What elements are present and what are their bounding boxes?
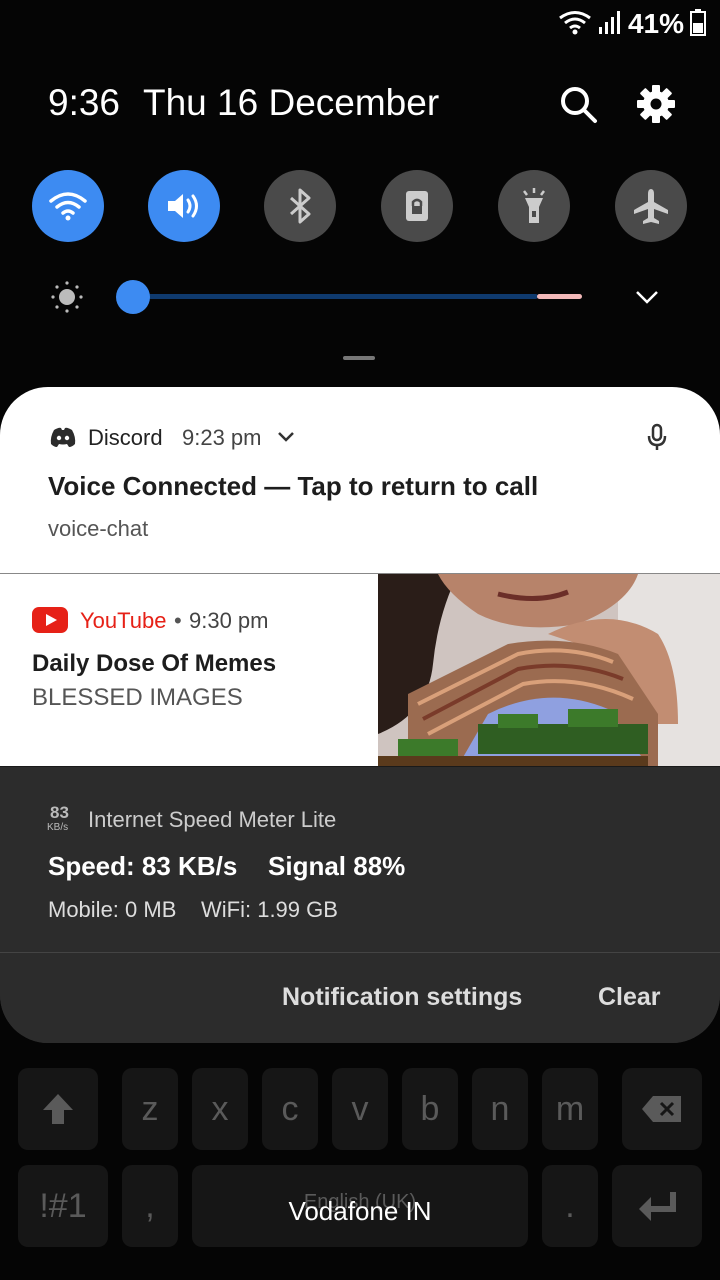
chevron-down-icon (636, 291, 658, 304)
bluetooth-icon (290, 188, 311, 224)
speed-icon-value: 83 (50, 803, 69, 822)
signal-value: Signal 88% (268, 851, 406, 881)
discord-time: 9:23 pm (182, 425, 262, 450)
youtube-text: BLESSED IMAGES (32, 684, 243, 711)
key-z[interactable]: z (122, 1068, 178, 1150)
discord-icon (50, 427, 76, 452)
expand-button[interactable] (632, 282, 662, 312)
notification-footer: Notification settings Clear (0, 953, 720, 1043)
flashlight-icon (523, 188, 545, 223)
discord-app-name: Discord (88, 425, 163, 450)
sound-tile[interactable] (148, 170, 220, 242)
airplane-icon (634, 189, 668, 224)
discord-text: voice-chat (48, 516, 149, 541)
notification-settings-button[interactable]: Notification settings (282, 983, 522, 1012)
wifi-icon (49, 192, 87, 221)
youtube-title: Daily Dose Of Memes (32, 650, 277, 677)
key-v[interactable]: v (332, 1068, 388, 1150)
key-c[interactable]: c (262, 1068, 318, 1150)
speed-value: Speed: 83 KB/s (48, 851, 238, 881)
carrier-label: Vodafone IN (288, 1196, 432, 1226)
youtube-logo-icon (32, 607, 68, 638)
discord-notification[interactable]: Discord 9:23 pm Voice Connected — Tap to… (0, 387, 720, 573)
key-n[interactable]: n (472, 1068, 528, 1150)
wifi-tile[interactable] (32, 170, 104, 242)
brightness-slider-track[interactable] (133, 294, 538, 299)
screen-lock-tile[interactable] (381, 170, 453, 242)
microphone-icon (646, 423, 668, 456)
notification-panel: Discord 9:23 pm Voice Connected — Tap to… (0, 387, 720, 1043)
key-x[interactable]: x (192, 1068, 248, 1150)
wifi-usage: WiFi: 1.99 GB (201, 897, 338, 922)
clock-date: Thu 16 December (143, 82, 440, 123)
lock-icon (406, 191, 428, 221)
mobile-usage: Mobile: 0 MB (48, 897, 177, 922)
youtube-app-name: YouTube (80, 608, 167, 633)
chevron-down-icon[interactable] (276, 430, 296, 449)
drag-handle[interactable] (343, 356, 375, 360)
clock-time: 9:36 (48, 82, 121, 123)
youtube-notification[interactable]: YouTube • 9:30 pm Daily Dose Of Memes BL… (0, 574, 720, 766)
flashlight-tile[interactable] (498, 170, 570, 242)
shift-key[interactable] (18, 1068, 98, 1150)
speed-icon-unit: KB/s (47, 822, 69, 833)
speaker-icon (168, 194, 198, 218)
bullet-separator: • (174, 608, 182, 633)
clear-button[interactable]: Clear (598, 983, 661, 1012)
brightness-slider-thumb[interactable] (116, 280, 150, 314)
battery-icon (690, 8, 706, 41)
brightness-icon (50, 280, 84, 314)
settings-button[interactable] (634, 82, 678, 126)
youtube-thumbnail (378, 574, 720, 766)
speed-app-name: Internet Speed Meter Lite (88, 807, 337, 832)
brightness-slider-end (537, 294, 582, 299)
key-b[interactable]: b (402, 1068, 458, 1150)
backspace-icon (642, 1096, 681, 1122)
arrow-up-icon (43, 1094, 73, 1124)
battery-percent: 41% (627, 8, 684, 39)
bluetooth-tile[interactable] (264, 170, 336, 242)
status-bar: 41% (558, 6, 706, 42)
speed-meter-notification[interactable]: 83 KB/s Internet Speed Meter Lite Speed:… (0, 767, 720, 952)
youtube-time: 9:30 pm (189, 608, 269, 633)
cell-signal-icon (598, 9, 622, 40)
discord-title: Voice Connected — Tap to return to call (48, 471, 539, 501)
gear-icon (637, 85, 675, 123)
key-m[interactable]: m (542, 1068, 598, 1150)
wifi-signal-icon (558, 9, 592, 40)
airplane-mode-tile[interactable] (615, 170, 687, 242)
backspace-key[interactable] (622, 1068, 702, 1150)
search-icon (561, 87, 597, 123)
search-button[interactable] (556, 82, 600, 126)
